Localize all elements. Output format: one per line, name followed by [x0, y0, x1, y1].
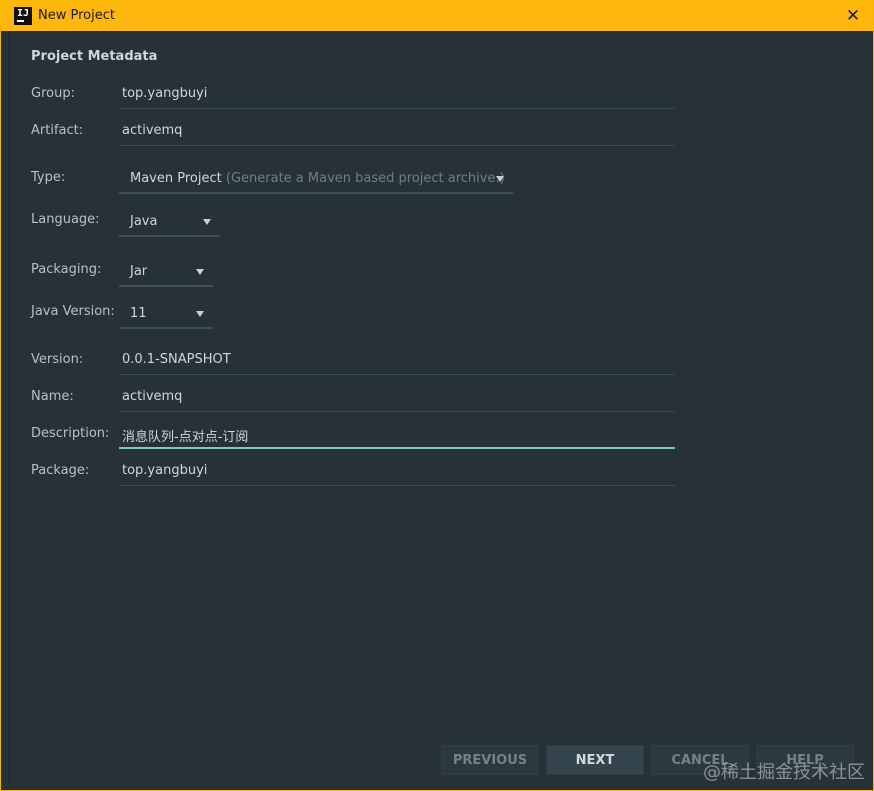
java-version-value: 11	[130, 306, 147, 321]
packaging-label: Packaging:	[31, 262, 102, 277]
dialog-content: Project Metadata Group: top.yangbuyi Art…	[8, 32, 868, 785]
titlebar: IJ New Project ✕	[1, 1, 873, 31]
artifact-field[interactable]: activemq	[119, 118, 675, 146]
packaging-value: Jar	[130, 264, 148, 279]
close-icon[interactable]: ✕	[841, 4, 865, 28]
next-button[interactable]: NEXT	[546, 745, 644, 775]
chevron-down-icon	[196, 269, 204, 275]
name-field[interactable]: activemq	[119, 384, 675, 412]
description-label: Description:	[31, 426, 110, 441]
package-label: Package:	[31, 463, 90, 478]
intellij-icon: IJ	[14, 7, 32, 25]
language-label: Language:	[31, 212, 100, 227]
name-label: Name:	[31, 389, 74, 404]
chevron-down-icon	[496, 176, 504, 182]
chevron-down-icon	[196, 311, 204, 317]
description-field[interactable]: 消息队列-点对点-订阅	[119, 421, 675, 449]
type-label: Type:	[31, 170, 66, 185]
group-field[interactable]: top.yangbuyi	[119, 81, 675, 109]
window-title: New Project	[38, 8, 115, 23]
version-label: Version:	[31, 352, 84, 367]
java-version-select[interactable]: 11	[119, 299, 213, 329]
watermark: @稀土掘金技术社区	[703, 762, 865, 783]
type-select[interactable]: Maven Project (Generate a Maven based pr…	[119, 164, 513, 194]
section-title: Project Metadata	[31, 49, 158, 64]
artifact-label: Artifact:	[31, 123, 84, 138]
language-select[interactable]: Java	[119, 207, 220, 237]
language-value: Java	[130, 214, 158, 229]
version-field[interactable]: 0.0.1-SNAPSHOT	[119, 347, 675, 375]
packaging-select[interactable]: Jar	[119, 257, 213, 287]
java-version-label: Java Version:	[31, 304, 115, 319]
new-project-dialog: IJ New Project ✕ Project Metadata Group:…	[0, 0, 874, 791]
chevron-down-icon	[203, 219, 211, 225]
type-value: Maven Project	[130, 171, 222, 186]
group-label: Group:	[31, 86, 75, 101]
previous-button[interactable]: PREVIOUS	[441, 745, 539, 775]
type-hint: (Generate a Maven based project archive.…	[225, 171, 505, 186]
package-field[interactable]: top.yangbuyi	[119, 458, 675, 486]
